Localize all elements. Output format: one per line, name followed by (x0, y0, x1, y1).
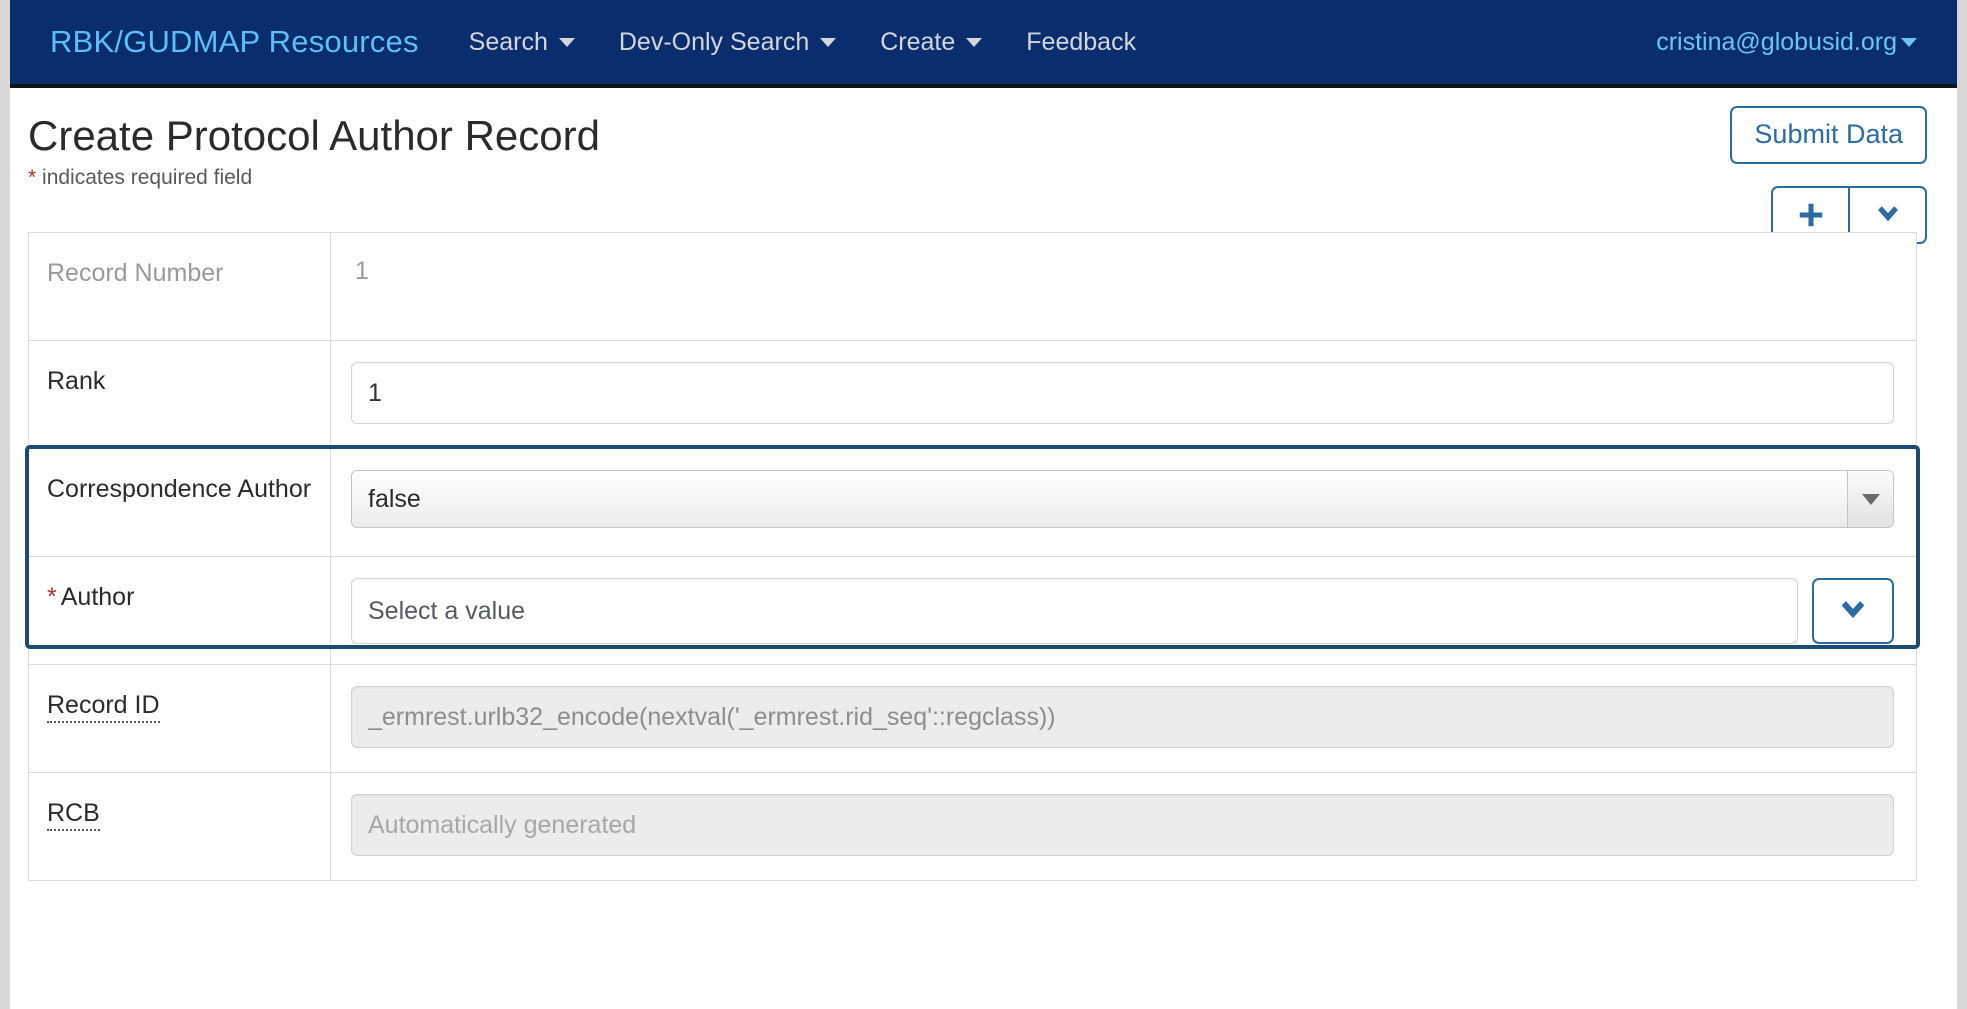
correspondence-author-select-wrap: false (351, 470, 1894, 529)
form-label-rank-text: Rank (47, 367, 106, 396)
form-label-rank: Rank (29, 341, 331, 449)
nav-item-search[interactable]: Search (469, 28, 575, 57)
form-row-rank: Rank (29, 341, 1916, 450)
nav-item-dev-only-search-label: Dev-Only Search (618, 27, 810, 56)
form-row-correspondence-author: Correspondence Author false (29, 449, 1916, 558)
required-field-note: * indicates required field (28, 166, 1917, 190)
nav-item-create-label: Create (880, 27, 956, 56)
rcb-input (351, 794, 1894, 857)
author-picker-button[interactable] (1812, 578, 1894, 645)
page-title: Create Protocol Author Record (28, 112, 600, 159)
form-label-record-number: Record Number (29, 233, 331, 341)
form-value-correspondence-author: false (331, 449, 1916, 556)
record-id-input (351, 686, 1894, 749)
form-label-author-text: Author (60, 583, 135, 612)
form-row-record-number: Record Number 1 (29, 233, 1916, 342)
form-value-rcb (331, 773, 1916, 880)
user-menu[interactable]: cristina@globusid.org (1656, 28, 1917, 57)
required-note-text: indicates required field (42, 166, 253, 190)
form-value-record-id (331, 665, 1916, 772)
navbar-right: cristina@globusid.org (1656, 28, 1917, 57)
author-field-group (351, 578, 1894, 645)
form-row-record-id: Record ID (29, 665, 1916, 774)
form-label-rcb: RCB (29, 773, 331, 881)
page-header: Create Protocol Author Record * indicate… (10, 88, 1957, 244)
form-row-rcb: RCB (29, 773, 1916, 882)
chevron-down-icon (820, 37, 837, 47)
form-value-author (331, 557, 1916, 664)
nav-item-dev-only-search[interactable]: Dev-Only Search (618, 27, 837, 57)
author-required-asterisk: * (47, 583, 57, 612)
form-value-record-number: 1 (331, 233, 1916, 340)
top-navbar: RBK/GUDMAP Resources Search Dev-Only Sea… (10, 0, 1957, 88)
rank-input[interactable] (351, 362, 1894, 425)
nav-item-feedback[interactable]: Feedback (1026, 28, 1136, 57)
chevron-down-icon (558, 37, 575, 47)
record-form-table: Record Number 1 Rank Correspondence Auth… (25, 232, 1920, 882)
nav-item-create[interactable]: Create (880, 27, 983, 57)
form-label-record-number-text: Record Number (47, 259, 224, 288)
form-container: Record Number 1 Rank Correspondence Auth… (10, 190, 1957, 882)
chevron-down-icon (966, 37, 983, 47)
required-asterisk: * (28, 166, 37, 190)
form-value-rank (331, 341, 1916, 448)
submit-data-button[interactable]: Submit Data (1730, 106, 1927, 164)
record-number-value: 1 (355, 257, 369, 286)
form-row-author: * Author (29, 557, 1916, 666)
form-label-record-id: Record ID (29, 665, 331, 773)
form-label-correspondence-author-text: Correspondence Author (47, 475, 312, 504)
brand-logo[interactable]: RBK/GUDMAP Resources (50, 24, 419, 60)
user-menu-label: cristina@globusid.org (1656, 27, 1897, 56)
nav-item-feedback-label: Feedback (1026, 27, 1137, 56)
nav-item-search-label: Search (468, 27, 548, 56)
form-label-author: * Author (29, 557, 331, 665)
author-input[interactable] (351, 578, 1798, 645)
correspondence-author-select[interactable]: false (351, 470, 1894, 529)
caret-down-icon (1901, 37, 1917, 47)
form-label-correspondence-author: Correspondence Author (29, 449, 331, 557)
chevron-down-icon (1841, 601, 1865, 619)
form-label-record-id-text: Record ID (47, 691, 160, 724)
form-label-rcb-text: RCB (47, 799, 100, 832)
page-frame: RBK/GUDMAP Resources Search Dev-Only Sea… (10, 0, 1957, 1009)
